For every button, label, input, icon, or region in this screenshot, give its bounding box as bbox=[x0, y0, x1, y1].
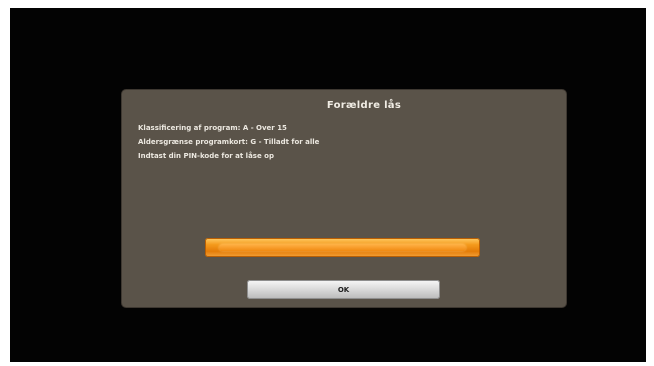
pin-input[interactable] bbox=[205, 238, 480, 257]
age-limit-text: Aldersgrænse programkort: G - Tilladt fo… bbox=[138, 138, 320, 146]
parental-lock-dialog: Forældre lås Klassificering af program: … bbox=[122, 90, 566, 307]
pin-instruction-text: Indtast din PIN-kode for at låse op bbox=[138, 152, 274, 160]
tv-screen: Forældre lås Klassificering af program: … bbox=[10, 8, 646, 362]
dialog-info: Klassificering af program: A - Over 15 A… bbox=[138, 121, 538, 163]
program-rating-text: Klassificering af program: A - Over 15 bbox=[138, 124, 287, 132]
pin-input-value bbox=[219, 244, 466, 251]
dialog-title: Forældre lås bbox=[326, 100, 402, 111]
ok-button[interactable]: OK bbox=[247, 280, 440, 299]
